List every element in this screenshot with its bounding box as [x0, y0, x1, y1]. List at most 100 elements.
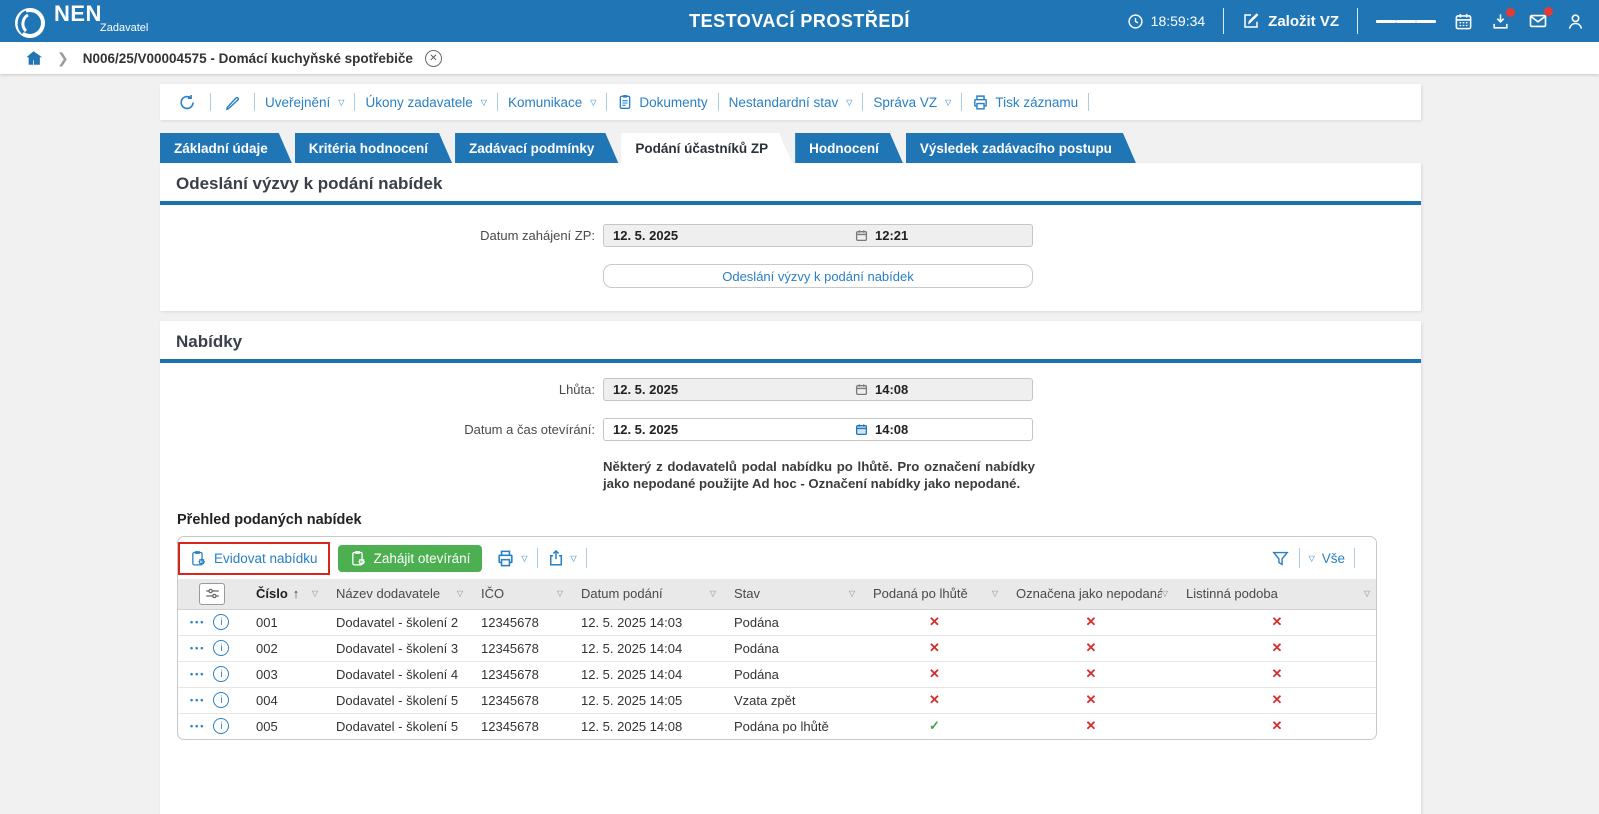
column-header-label: Datum podání — [581, 586, 663, 602]
calendar-small-icon — [855, 230, 868, 242]
history-back-icon[interactable] — [178, 93, 197, 112]
row-ico-cell: 12345678 — [481, 718, 539, 734]
row-not-submitted-cell: ✕ — [1006, 635, 1176, 661]
column-filter-icon[interactable]: ▽ — [312, 589, 318, 598]
filter-all-label: Vše — [1321, 550, 1345, 566]
printer-icon — [498, 550, 514, 566]
top-bar: NEN Zadavatel TESTOVACÍ PROSTŘEDÍ 18:59:… — [0, 0, 1599, 42]
print-grid-button[interactable]: ▽ — [496, 549, 528, 568]
toolbar-item-label: Úkony zadavatele — [365, 94, 473, 110]
caret-down-icon: ▽ — [521, 553, 528, 563]
toolbar-item-uve-ejn-n-[interactable]: Uveřejnění ▽ — [262, 95, 347, 110]
calendar-icon[interactable] — [1454, 12, 1473, 31]
row-menu-icon[interactable]: ••• — [190, 695, 205, 705]
row-info-icon[interactable]: i — [213, 614, 230, 630]
session-clock: 18:59:34 — [1127, 13, 1205, 30]
row-paper-form-cell: ✕ — [1176, 661, 1376, 687]
tab-pod-n-astn-k-zp[interactable]: Podání účastníků ZP — [621, 133, 792, 163]
row-late-cell: ✕ — [863, 661, 1006, 687]
row-menu-icon[interactable]: ••• — [190, 617, 205, 627]
register-offer-button[interactable]: Evidovat nabídku — [178, 541, 330, 575]
downloads-icon[interactable] — [1491, 7, 1515, 31]
start-opening-button[interactable]: Zahájit otevírání — [337, 544, 483, 572]
user-profile-icon[interactable] — [1566, 12, 1585, 31]
column-header-label: IČO — [481, 586, 505, 602]
home-icon[interactable] — [24, 49, 43, 67]
filter-all-dropdown[interactable]: ▽ Vše — [1309, 551, 1345, 566]
filter-funnel-icon[interactable] — [1271, 549, 1290, 568]
row-actions-cell: ••• i — [178, 688, 246, 713]
row-info-icon[interactable]: i — [213, 640, 230, 656]
column-filter-icon[interactable]: ▽ — [1364, 589, 1370, 598]
start-date-label: Datum zahájení ZP: — [480, 228, 595, 243]
column-header-listinn-podoba[interactable]: Listinná podoba ▽ — [1176, 579, 1376, 610]
row-date-cell: 12. 5. 2025 14:04 — [581, 666, 683, 682]
row-date-cell: 12. 5. 2025 14:08 — [581, 718, 683, 734]
column-filter-icon[interactable]: ▽ — [992, 589, 998, 598]
column-header--slo[interactable]: Číslo ↑ ▽ — [246, 579, 326, 610]
cross-icon: ✕ — [1085, 718, 1097, 733]
row-ico-cell: 12345678 — [481, 640, 539, 656]
chevron-right-icon: ❯ — [57, 49, 69, 66]
column-filter-icon[interactable]: ▽ — [557, 589, 563, 598]
row-menu-icon[interactable]: ••• — [190, 643, 205, 653]
column-filter-icon[interactable]: ▽ — [710, 589, 716, 598]
messages-icon[interactable] — [1528, 7, 1553, 31]
column-header-label: Podaná po lhůtě — [873, 586, 968, 602]
toolbar-item-dokumenty[interactable]: Dokumenty — [614, 94, 710, 110]
toolbar-item-komunikace[interactable]: Komunikace ▽ — [505, 95, 599, 110]
row-info-icon[interactable]: i — [213, 666, 230, 682]
create-vz-button[interactable]: Založit VZ — [1242, 12, 1339, 30]
breadcrumb-item[interactable]: N006/25/V00004575 - Domácí kuchyňské spo… — [83, 51, 413, 66]
toolbar-item--kony-zadavatele[interactable]: Úkony zadavatele ▽ — [362, 95, 489, 110]
row-menu-icon[interactable]: ••• — [190, 669, 205, 679]
opening-date-value[interactable]: 12. 5. 2025 — [604, 422, 847, 437]
offers-grid: Evidovat nabídku Zahájit otevírání ▽ ▽ ▽… — [177, 536, 1377, 740]
column-header-i-o[interactable]: IČO ▽ — [471, 579, 571, 610]
row-status-cell: Podána — [734, 640, 779, 656]
edit-square-icon — [1244, 13, 1259, 28]
opening-time-value[interactable]: 14:08 — [875, 422, 908, 437]
column-header-stav[interactable]: Stav ▽ — [724, 579, 863, 610]
column-header-label: Listinná podoba — [1186, 586, 1278, 602]
row-not-submitted-cell: ✕ — [1006, 713, 1176, 739]
start-time-value: 12:21 — [875, 228, 909, 243]
column-header-datum-pod-n-[interactable]: Datum podání ▽ — [571, 579, 724, 610]
tab-krit-ria-hodnocen-[interactable]: Kritéria hodnocení — [295, 133, 452, 163]
nen-logo-block[interactable]: NEN Zadavatel — [0, 3, 148, 39]
column-filter-icon[interactable]: ▽ — [457, 589, 463, 598]
close-tab-icon[interactable]: ✕ — [424, 49, 442, 67]
row-info-icon[interactable]: i — [213, 718, 230, 734]
row-menu-icon[interactable]: ••• — [190, 721, 205, 731]
toolbar-separator — [1088, 93, 1090, 111]
tab-zad-vac-podm-nky[interactable]: Zadávací podmínky — [455, 133, 618, 163]
toolbar-item-nestandardn-stav[interactable]: Nestandardní stav ▽ — [726, 95, 856, 110]
column-header-podan-po-lh-t-[interactable]: Podaná po lhůtě ▽ — [863, 579, 1006, 610]
section-invitation-title: Odeslání výzvy k podání nabídek — [176, 174, 443, 193]
tab-hodnocen-[interactable]: Hodnocení — [795, 133, 903, 163]
opening-datetime-field[interactable]: 12. 5. 2025 14:08 — [603, 418, 1033, 441]
row-ico-cell: 12345678 — [481, 692, 539, 708]
notification-badge — [1544, 7, 1553, 16]
calendar-picker-icon[interactable] — [855, 423, 868, 436]
toolbar-item-label: Tisk záznamu — [995, 94, 1079, 110]
edit-pencil-icon[interactable] — [224, 94, 241, 111]
toolbar-separator — [210, 93, 211, 111]
toolbar-item-tisk-z-znamu[interactable]: Tisk záznamu — [969, 94, 1081, 111]
column-header-n-zev-dodavatele[interactable]: Název dodavatele ▽ — [326, 579, 471, 610]
column-filter-icon[interactable]: ▽ — [1162, 589, 1168, 598]
column-header-ozna-ena-jako-nepodan-[interactable]: Označena jako nepodaná ▽ — [1006, 579, 1176, 610]
row-info-icon[interactable]: i — [213, 692, 230, 708]
send-invitation-button[interactable]: Odeslání výzvy k podání nabídek — [603, 264, 1033, 288]
menu-hamburger-icon[interactable] — [1376, 17, 1436, 26]
export-grid-button[interactable]: ▽ — [547, 549, 577, 567]
calendar-small-icon — [855, 384, 868, 396]
tab-z-kladn-daje[interactable]: Základní údaje — [160, 133, 292, 163]
tab-v-sledek-zad-vac-ho-postupu[interactable]: Výsledek zadávacího postupu — [906, 133, 1136, 163]
row-actions-cell: ••• i — [178, 636, 246, 661]
row-late-cell: ✕ — [863, 609, 1006, 635]
toolbar-item-spr-va-vz[interactable]: Správa VZ ▽ — [870, 95, 954, 110]
column-settings-icon[interactable] — [199, 582, 225, 605]
start-datetime-field: 12. 5. 2025 12:21 — [603, 224, 1033, 247]
column-filter-icon[interactable]: ▽ — [849, 589, 855, 598]
